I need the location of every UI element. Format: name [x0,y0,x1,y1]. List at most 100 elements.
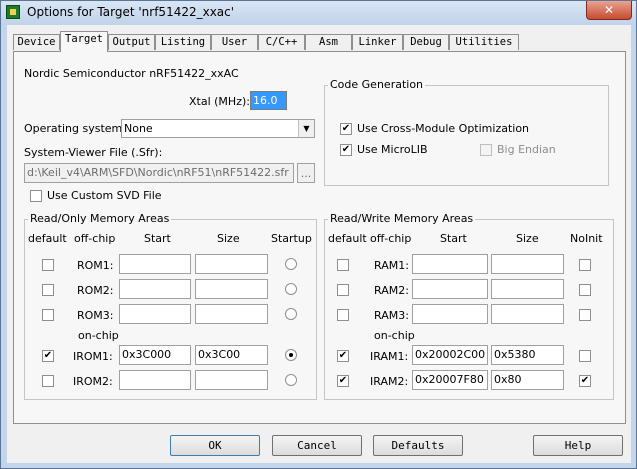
irom1-label: IROM1: [73,350,113,363]
ram2-noinit-checkbox[interactable] [579,284,591,296]
ram1-label: RAM1: [374,259,409,272]
rom-group-title: Read/Only Memory Areas [28,212,172,225]
ram1-default-checkbox[interactable] [337,259,349,271]
title-bar: Options for Target 'nrf51422_xxac' ✕ [1,1,636,25]
ram-group-title: Read/Write Memory Areas [328,212,476,225]
rom3-size-input[interactable] [195,304,268,324]
iram1-size-input[interactable]: 0x5380 [491,345,564,365]
iram2-size-input[interactable]: 0x80 [491,370,564,390]
ram2-label: RAM2: [374,284,409,297]
tab-target[interactable]: Target [60,31,108,52]
microlib-checkbox[interactable]: ✔ [340,144,352,156]
iram1-label: IRAM1: [370,350,409,363]
os-select[interactable]: None ▼ [121,119,315,138]
rom3-default-checkbox[interactable] [42,309,54,321]
help-button[interactable]: Help [533,435,623,456]
tab-linker[interactable]: Linker [352,34,403,50]
custom-svd-checkbox[interactable] [30,190,42,202]
tab-asm[interactable]: Asm [305,34,352,50]
cross-module-checkbox[interactable]: ✔ [340,123,352,135]
device-name: Nordic Semiconductor nRF51422_xxAC [24,67,239,80]
tab-c-cpp[interactable]: C/C++ [258,34,305,50]
sfr-browse-button[interactable]: ... [297,163,315,183]
rom3-startup-radio[interactable] [285,308,297,320]
ram1-start-input[interactable] [412,254,488,274]
rom1-start-input[interactable] [119,254,191,274]
dialog-client: Device Target Output Listing User C/C++ … [7,25,631,463]
irom2-size-input[interactable] [195,370,268,390]
irom1-startup-radio[interactable] [285,349,297,361]
close-button[interactable]: ✕ [586,1,632,20]
rom2-label: ROM2: [77,284,114,297]
ram2-size-input[interactable] [491,279,564,299]
sfr-path-input[interactable]: d:\Keil_v4\ARM\SFD\Nordic\nRF51\nRF51422… [24,163,294,183]
ram1-size-input[interactable] [491,254,564,274]
rom1-default-checkbox[interactable] [42,259,54,271]
window-title: Options for Target 'nrf51422_xxac' [27,5,235,19]
os-value: None [124,122,153,135]
rom2-size-input[interactable] [195,279,268,299]
tab-device[interactable]: Device [13,34,60,50]
rom2-default-checkbox[interactable] [42,284,54,296]
ram-onchip-label: on-chip [374,329,415,342]
irom1-start-input[interactable]: 0x3C000 [119,345,191,365]
app-icon [6,5,20,19]
ram3-size-input[interactable] [491,304,564,324]
rom3-start-input[interactable] [119,304,191,324]
rom-header-offchip: off-chip [74,232,116,245]
rom-header-startup: Startup [271,232,312,245]
ram3-noinit-checkbox[interactable] [579,309,591,321]
cross-module-label: Use Cross-Module Optimization [357,122,530,135]
ram3-default-checkbox[interactable] [337,309,349,321]
irom2-default-checkbox[interactable] [42,375,54,387]
code-generation-group [324,85,609,186]
rom1-size-input[interactable] [195,254,268,274]
iram1-start-input[interactable]: 0x20002C00 [412,345,488,365]
ram-header-default: default [328,232,367,245]
iram2-default-checkbox[interactable]: ✔ [337,375,349,387]
ok-button[interactable]: OK [170,435,260,456]
ram-header-start: Start [440,232,467,245]
options-dialog: Options for Target 'nrf51422_xxac' ✕ Dev… [0,0,637,469]
rom-onchip-label: on-chip [78,329,119,342]
rom3-label: ROM3: [77,309,114,322]
microlib-label: Use MicroLIB [357,143,428,156]
iram2-start-input[interactable]: 0x20007F80 [412,370,488,390]
tab-debug[interactable]: Debug [403,34,449,50]
rom1-label: ROM1: [77,259,114,272]
iram2-label: IRAM2: [370,375,409,388]
rom-header-default: default [28,232,67,245]
defaults-button[interactable]: Defaults [373,435,463,456]
big-endian-checkbox[interactable] [480,144,492,156]
chevron-down-icon[interactable]: ▼ [298,120,314,137]
irom1-size-input[interactable]: 0x3C00 [195,345,268,365]
ram3-start-input[interactable] [412,304,488,324]
cancel-button[interactable]: Cancel [272,435,362,456]
irom2-start-input[interactable] [119,370,191,390]
iram1-default-checkbox[interactable]: ✔ [337,350,349,362]
tab-utilities[interactable]: Utilities [449,34,519,50]
rom2-startup-radio[interactable] [285,283,297,295]
rom2-start-input[interactable] [119,279,191,299]
iram2-noinit-checkbox[interactable]: ✔ [579,375,591,387]
ram2-start-input[interactable] [412,279,488,299]
irom2-startup-radio[interactable] [285,374,297,386]
xtal-label: Xtal (MHz): [189,95,250,108]
rom1-startup-radio[interactable] [285,258,297,270]
big-endian-label: Big Endian [497,143,556,156]
tab-listing[interactable]: Listing [155,34,211,50]
ram-header-size: Size [516,232,539,245]
ram1-noinit-checkbox[interactable] [579,259,591,271]
code-generation-title: Code Generation [328,78,426,91]
ram2-default-checkbox[interactable] [337,284,349,296]
tab-output[interactable]: Output [108,34,155,50]
ram-header-offchip: off-chip [370,232,412,245]
rom-header-size: Size [217,232,240,245]
sfr-label: System-Viewer File (.Sfr): [24,146,163,159]
irom1-default-checkbox[interactable]: ✔ [42,350,54,362]
tab-user[interactable]: User [211,34,258,50]
irom2-label: IROM2: [73,375,113,388]
iram1-noinit-checkbox[interactable] [579,350,591,362]
rom-header-start: Start [144,232,171,245]
xtal-input[interactable]: 16.0 [250,91,287,110]
